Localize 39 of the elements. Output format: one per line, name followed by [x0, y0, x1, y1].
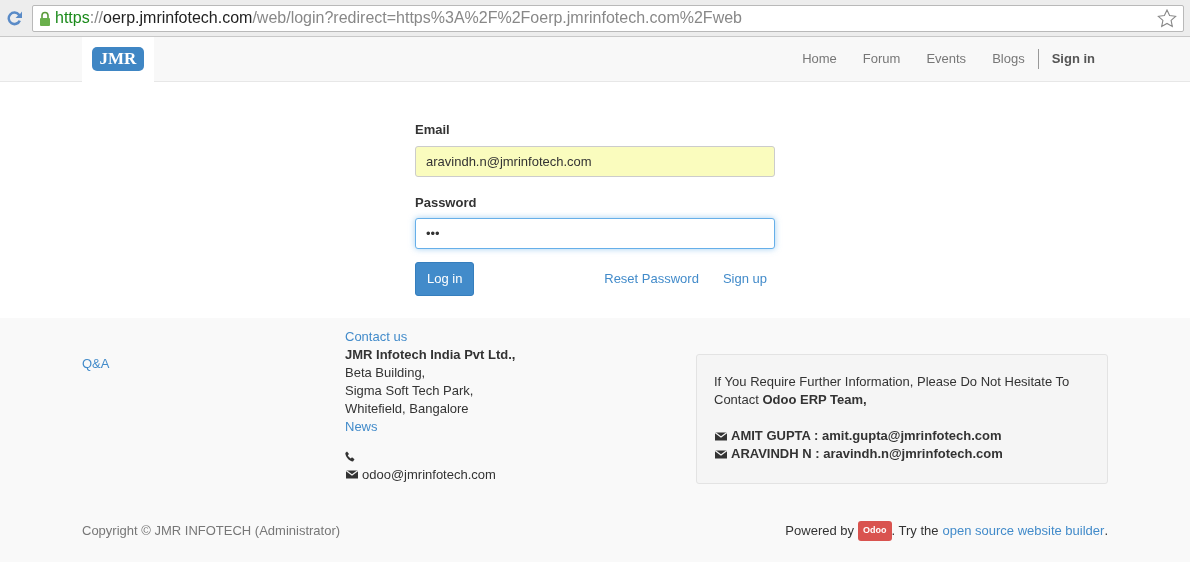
contact-us-link[interactable]: Contact us — [345, 328, 696, 346]
envelope-icon — [714, 448, 728, 460]
nav-link[interactable]: Events — [913, 49, 980, 69]
contact-line: ARAVINDH N : aravindh.n@jmrinfotech.com — [731, 445, 1003, 463]
address-line: Beta Building, — [345, 364, 427, 382]
nav-link[interactable]: Home — [789, 49, 850, 69]
contact-email: odoo@jmrinfotech.com — [362, 465, 496, 484]
sign-in-link[interactable]: Sign in — [1038, 49, 1108, 69]
contact-line: AMIT GUPTA : amit.gupta@jmrinfotech.com — [731, 427, 1002, 445]
website-builder-link[interactable]: open source website builder — [942, 521, 1105, 541]
try-text: . Try the — [891, 522, 939, 540]
logo-text: JMR — [91, 47, 145, 71]
url-text: https://oerp.jmrinfotech.com/web/login?redirect=https%3A%2F%2Foerp.jmrinfotech.com%2Fweb — [55, 8, 742, 28]
powered-by-text: Powered by — [785, 522, 854, 540]
info-text: If You Require Further Information, Please Do Not Hesitate To Contact Odoo ERP Team, — [714, 373, 1071, 409]
address-line: Sigma Soft Tech Park, — [345, 382, 475, 400]
bookmark-star-icon[interactable] — [1157, 8, 1177, 28]
logo[interactable]: JMR — [82, 36, 154, 82]
form-link[interactable]: Sign up — [722, 269, 767, 289]
email-label: Email — [415, 121, 451, 139]
company-name: JMR Infotech India Pvt Ltd., — [345, 346, 517, 364]
odoo-badge: Odoo — [858, 521, 892, 541]
footer-link[interactable]: Q&A — [82, 354, 345, 374]
email-field[interactable]: aravindh.n@jmrinfotech.com — [415, 145, 775, 177]
password-field[interactable]: ••• — [415, 218, 775, 249]
login-button[interactable]: Log in — [415, 262, 475, 296]
nav-link[interactable]: Blogs — [979, 49, 1038, 69]
reload-icon[interactable] — [6, 9, 24, 27]
envelope-icon — [714, 430, 728, 442]
envelope-icon — [345, 469, 359, 480]
phone-icon — [345, 451, 355, 463]
password-label: Password — [415, 193, 478, 212]
address-bar[interactable]: https://oerp.jmrinfotech.com/web/login?redirect=https%3A%2F%2Foerp.jmrinfotech.com%2Fweb — [32, 4, 1184, 32]
copyright-text: Copyright © JMR INFOTECH (Administrator) — [82, 522, 341, 540]
news-link[interactable]: News — [345, 418, 696, 436]
period-text: . — [1104, 522, 1108, 540]
form-link[interactable]: Reset Password — [604, 269, 699, 289]
nav-link[interactable]: Forum — [849, 49, 914, 69]
address-line: Whitefield, Bangalore — [345, 400, 470, 418]
